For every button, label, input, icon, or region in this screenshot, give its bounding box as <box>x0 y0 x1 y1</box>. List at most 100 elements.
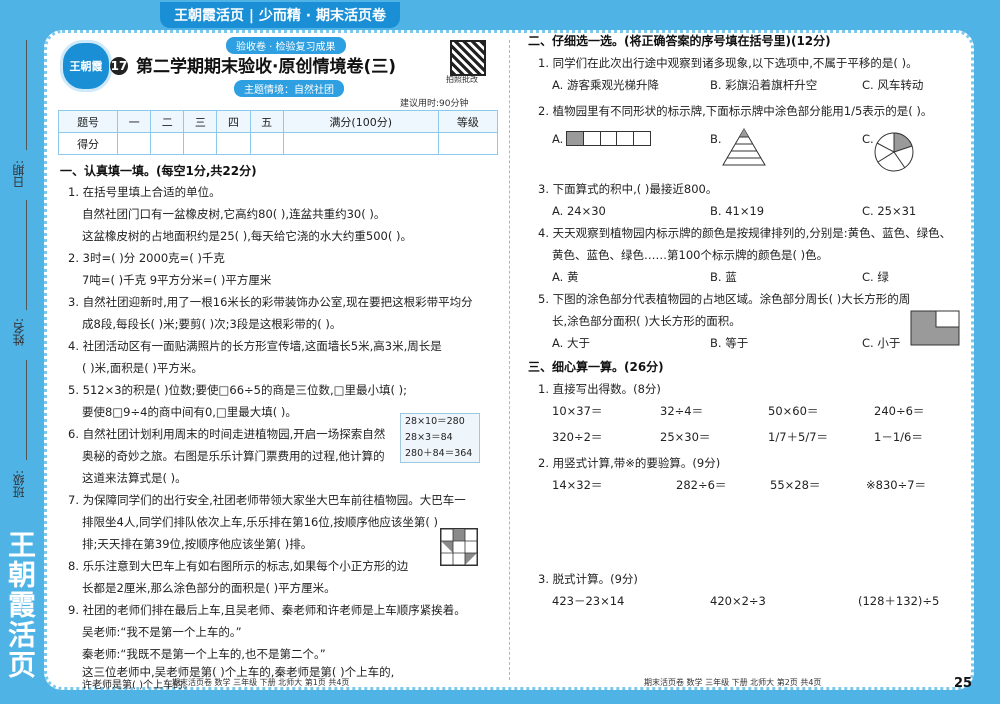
question-line: 1. 在括号里填上合适的单位。 <box>68 185 221 199</box>
sign-triangle-figure <box>722 128 766 166</box>
score-input[interactable] <box>437 132 499 155</box>
exam-page: 日期: 姓名: 班级: 王朝霞活页 王朝霞活页 | 少而精 · 期末活页卷 王朝… <box>0 0 1000 704</box>
score-header-row: 题号 一 二 三 四 五 满分(100分) 等级 <box>57 110 499 133</box>
calc-item: 240÷6＝ <box>874 404 925 418</box>
choice-option[interactable]: B. 等于 <box>710 332 748 354</box>
score-cell: 五 <box>249 110 284 133</box>
paper-number: 17 <box>110 57 128 75</box>
calc-item: 50×60＝ <box>768 404 819 418</box>
choice-question: 5. 下图的涂色部分代表植物园的占地区域。涂色部分周长( )大长方形的周 <box>538 292 911 306</box>
question-line: 7. 为保障同学们的出行安全,社团老师带领大家坐大巴车前往植物园。大巴车一 <box>68 493 466 507</box>
title-text: 第二学期期末验收·原创情境卷(三) <box>136 57 396 77</box>
choice-option[interactable]: C. 小于 <box>862 332 900 354</box>
choice-question: 4. 天天观察到植物园内标示牌的颜色是按规律排列的,分别是:黄色、蓝色、绿色、 <box>538 226 952 240</box>
ticket-calculation-box: 28×10＝280 28×3＝84 280＋84＝364 <box>400 413 480 463</box>
calc-item: 282÷6＝ <box>676 478 727 492</box>
brand-vertical-logo: 王朝霞活页 <box>4 530 37 680</box>
score-input[interactable] <box>183 132 218 155</box>
choice-option[interactable]: A. 黄 <box>552 266 578 288</box>
question-line: 5. 512×3的积是( )位数;要使□66÷5的商是三位数,□里最小填( ); <box>68 383 408 397</box>
score-input[interactable] <box>117 132 152 155</box>
question-line: ( )米,面积是( )平方米。 <box>82 361 203 375</box>
question-line: 4. 社团活动区有一面贴满照片的长方形宣传墙,这面墙长5米,高3米,周长是 <box>68 339 442 353</box>
choice-option[interactable]: C. 风车转动 <box>862 74 923 96</box>
choice-option[interactable]: B. 41×19 <box>710 200 764 222</box>
question-line: 6. 自然社团计划利用周末的时间走进植物园,开启一场探索自然 <box>68 427 386 441</box>
calc-item: 423－23×14 <box>552 594 625 608</box>
question-line: 9. 社团的老师们排在最后上车,且吴老师、秦老师和许老师是上车顺序紧挨着。 <box>68 603 466 617</box>
question-line: 成8段,每段长( )米;要剪( )次;3段是这根彩带的( )。 <box>82 317 342 331</box>
sign-rect-figure <box>566 131 651 146</box>
calc-item: (128＋132)÷5 <box>858 594 940 608</box>
choice-question: 黄色、蓝色、绿色……第100个标示牌的颜色是( )色。 <box>552 248 829 262</box>
score-table: 题号 一 二 三 四 五 满分(100分) 等级 得分 <box>57 110 499 155</box>
score-input[interactable] <box>282 132 439 155</box>
question-line: 7吨=( )千克 9平方分米=( )平方厘米 <box>82 273 272 287</box>
choice-question: 3. 下面算式的积中,( )最接近800。 <box>538 182 718 196</box>
score-cell: 二 <box>150 110 185 133</box>
qr-code-icon[interactable] <box>450 40 486 76</box>
question-line: 这盆橡皮树的占地面积约是25( ),每天给它浇的水大约重500( )。 <box>82 229 412 243</box>
question-line: 8. 乐乐注意到大巴车上有如右图所示的标志,如果每个小正方形的边 <box>68 559 409 573</box>
score-input[interactable] <box>249 132 284 155</box>
score-input[interactable] <box>150 132 185 155</box>
calc-line: 28×3＝84 <box>405 432 453 443</box>
question-line: 自然社团门口有一盆橡皮树,它高约80( ),连盆共重约30( )。 <box>82 207 386 221</box>
calc-line: 280＋84＝364 <box>405 448 473 459</box>
choice-option[interactable]: C. 25×31 <box>862 200 916 222</box>
footer-right: 期末活页卷 数学 三年级 下册 北师大 第2页 共4页 <box>644 678 822 687</box>
score-input[interactable] <box>216 132 251 155</box>
question-line: 排;天天排在第39位,按顺序他应该坐第( )排。 <box>82 537 313 551</box>
choice-question: 长,涂色部分面积( )大长方形的面积。 <box>552 314 741 328</box>
choice-question: 2. 植物园里有不同形状的标示牌,下面标示牌中涂色部分能用1/5表示的是( )。 <box>538 104 933 118</box>
calc-item: 1/7＋5/7＝ <box>768 430 829 444</box>
score-cell: 一 <box>117 110 152 133</box>
calc-line: 28×10＝280 <box>405 416 465 427</box>
part1-heading: 一、认真填一填。(每空1分,共22分) <box>60 164 257 178</box>
footer-left: 期末活页卷 数学 三年级 下册 北师大 第1页 共4页 <box>172 678 350 687</box>
side-margin: 日期: 姓名: 班级: 王朝霞活页 <box>0 0 44 704</box>
score-cell: 三 <box>183 110 218 133</box>
class-label: 班级: <box>12 470 26 499</box>
class-line <box>26 360 27 460</box>
part2-heading: 二、仔细选一选。(将正确答案的序号填在括号里)(12分) <box>528 34 831 48</box>
calc-subheading: 2. 用竖式计算,带※的要验算。(9分) <box>538 456 721 470</box>
calc-item: 32÷4＝ <box>660 404 704 418</box>
question-line: 吴老师:“我不是第一个上车的。” <box>82 625 242 639</box>
name-line <box>26 200 27 310</box>
score-cell: 四 <box>216 110 251 133</box>
calc-item: 10×37＝ <box>552 404 603 418</box>
top-banner: 王朝霞活页 | 少而精 · 期末活页卷 <box>160 2 400 28</box>
brand-logo: 王朝霞 <box>60 40 112 92</box>
name-label: 姓名: <box>12 318 26 347</box>
calc-item: ※830÷7＝ <box>866 478 927 492</box>
question-line: 这道来法算式是( )。 <box>82 471 187 485</box>
choice-option[interactable]: A. 游客乘观光梯升降 <box>552 74 659 96</box>
calc-item: 14×32＝ <box>552 478 603 492</box>
choice-question: 1. 同学们在此次出行途中观察到诸多现象,以下选项中,不属于平移的是( )。 <box>538 56 918 70</box>
choice-option[interactable]: B. <box>710 128 722 150</box>
calc-item: 25×30＝ <box>660 430 711 444</box>
page-number: 25 <box>954 676 973 691</box>
calc-subheading: 1. 直接写出得数。(8分) <box>538 382 661 396</box>
page-title: 17 第二学期期末验收·原创情境卷(三) <box>110 52 450 77</box>
choice-option[interactable]: C. <box>862 128 874 150</box>
choice-option[interactable]: A. 24×30 <box>552 200 606 222</box>
date-label: 日期: <box>12 160 26 189</box>
theme-tag: 主题情境：自然社团 <box>234 80 344 97</box>
choice-option[interactable]: C. 绿 <box>862 266 889 288</box>
choice-option[interactable]: B. 彩旗沿着旗杆升空 <box>710 74 817 96</box>
choice-option[interactable]: A. <box>552 128 563 150</box>
calc-subheading: 3. 脱式计算。(9分) <box>538 572 638 586</box>
date-line <box>26 40 27 150</box>
question-line: 3. 自然社团迎新时,用了一根16米长的彩带装饰办公室,现在要把这根彩带平均分 <box>68 295 473 309</box>
question-line: 要使8□9÷4的商中间有0,□里最大填( )。 <box>82 405 297 419</box>
qr-caption: 拍照批改 <box>446 75 478 84</box>
column-divider <box>509 40 510 680</box>
score-cell: 题号 <box>57 110 119 133</box>
choice-option[interactable]: A. 大于 <box>552 332 590 354</box>
suggested-time: 建议用时:90分钟 <box>400 99 469 109</box>
question-line: 奥秘的奇妙之旅。右图是乐乐计算门票费用的过程,他计算的 <box>82 449 385 463</box>
choice-option[interactable]: B. 蓝 <box>710 266 737 288</box>
score-cell: 满分(100分) <box>282 110 439 133</box>
